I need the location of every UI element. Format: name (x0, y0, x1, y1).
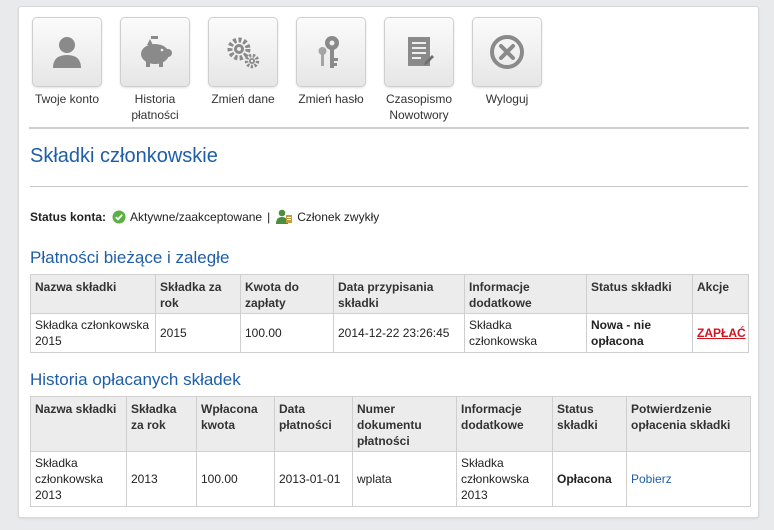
cell-info: Składka członkowska (464, 313, 587, 353)
column-header: Składka za rok (126, 396, 197, 452)
column-header: Data przypisania składki (333, 274, 465, 314)
column-header: Potwierdzenie opłacenia składki (626, 396, 751, 452)
column-header: Numer dokumentu płatności (352, 396, 457, 452)
cell-year: 2015 (155, 313, 241, 353)
table-row: Składka członkowska 2015 2015 100.00 201… (30, 313, 749, 353)
nav-label: Historia płatności (131, 92, 179, 122)
nav-tile[interactable] (296, 17, 366, 87)
table-row: Składka członkowska 2013 2013 100.00 201… (30, 451, 751, 507)
cell-date: 2013-01-01 (274, 451, 353, 507)
current-payments-heading: Płatności bieżące i zaległe (30, 248, 230, 267)
nav-payment-history[interactable]: Historia płatności (110, 17, 200, 123)
cell-action: ZAPŁAĆ (692, 313, 749, 353)
column-header: Informacje dodatkowe (456, 396, 553, 452)
cell-amount: 100.00 (196, 451, 275, 507)
nav-label: Wyloguj (485, 92, 529, 106)
paid-history-heading: Historia opłacanych składek (30, 370, 241, 389)
status-label: Status konta: (30, 210, 107, 224)
column-header: Informacje dodatkowe (464, 274, 587, 314)
nav-tile[interactable] (208, 17, 278, 87)
member-type-value: Członek zwykły (297, 210, 380, 224)
column-header: Status składki (586, 274, 693, 314)
nav-label: Zmień dane (211, 92, 275, 106)
cell-name: Składka członkowska 2015 (30, 313, 156, 353)
keys-icon (318, 36, 339, 68)
nav-tile[interactable] (472, 17, 542, 87)
cell-status: Opłacona (552, 451, 627, 507)
download-link[interactable]: Pobierz (631, 472, 672, 486)
page-title: Składki członkowskie (30, 145, 218, 167)
nav-journal[interactable]: Czasopismo Nowotwory (374, 17, 464, 123)
status-separator: | (267, 210, 271, 224)
cell-status: Nowa - nie opłacona (586, 313, 693, 353)
close-circle-icon (490, 35, 524, 69)
member-icon (276, 209, 293, 224)
cell-date: 2014-12-22 23:26:45 (333, 313, 465, 353)
nav-logout[interactable]: Wyloguj (462, 17, 552, 107)
document-icon (408, 37, 434, 66)
cell-name: Składka członkowska 2013 (30, 451, 127, 507)
check-icon (112, 210, 126, 224)
gears-icon (227, 37, 260, 69)
nav-label: Twoje konto (34, 92, 100, 106)
piggy-bank-icon (141, 36, 172, 67)
cell-document: wplata (352, 451, 457, 507)
table-header-row: Nazwa składki Składka za rok Wpłacona kw… (30, 396, 751, 452)
column-header: Nazwa składki (30, 274, 156, 314)
column-header: Składka za rok (155, 274, 241, 314)
cell-info: Składka członkowska 2013 (456, 451, 553, 507)
nav-tile[interactable] (32, 17, 102, 87)
top-navigation: Twoje konto Historia płatności Zmień dan… (19, 7, 760, 127)
current-payments-table: Nazwa składki Składka za rok Kwota do za… (30, 274, 749, 353)
column-header: Kwota do zapłaty (240, 274, 334, 314)
cell-confirmation: Pobierz (626, 451, 751, 507)
paid-history-table: Nazwa składki Składka za rok Wpłacona kw… (30, 396, 751, 507)
column-header: Akcje (692, 274, 749, 314)
pay-link[interactable]: ZAPŁAĆ (697, 326, 746, 340)
account-status-value: Aktywne/zaakceptowane (130, 210, 263, 224)
user-icon (53, 37, 81, 68)
column-header: Wpłacona kwota (196, 396, 275, 452)
nav-divider (29, 127, 749, 129)
column-header: Nazwa składki (30, 396, 127, 452)
nav-my-account[interactable]: Twoje konto (22, 17, 112, 107)
nav-edit-data[interactable]: Zmień dane (198, 17, 288, 107)
nav-tile[interactable] (384, 17, 454, 87)
nav-tile[interactable] (120, 17, 190, 87)
account-status: Status konta: Aktywne/zaakceptowane | Cz… (30, 209, 379, 225)
nav-label: Zmień hasło (298, 92, 364, 106)
nav-change-password[interactable]: Zmień hasło (286, 17, 376, 107)
content-panel: Twoje konto Historia płatności Zmień dan… (18, 6, 759, 518)
cell-amount: 100.00 (240, 313, 334, 353)
cell-year: 2013 (126, 451, 197, 507)
column-header: Status składki (552, 396, 627, 452)
title-divider (30, 186, 748, 187)
nav-label: Czasopismo Nowotwory (385, 92, 453, 122)
column-header: Data płatności (274, 396, 353, 452)
table-header-row: Nazwa składki Składka za rok Kwota do za… (30, 274, 749, 314)
